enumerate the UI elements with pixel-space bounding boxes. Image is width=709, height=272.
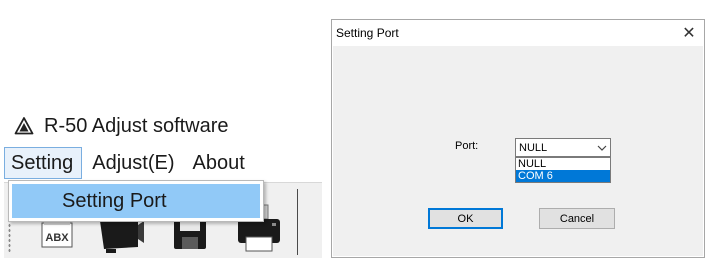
toolbar-separator <box>297 189 298 255</box>
warning-triangle-icon <box>14 117 34 135</box>
port-option-com6[interactable]: COM 6 <box>516 170 610 182</box>
svg-text:ABX: ABX <box>45 232 69 244</box>
chevron-down-icon[interactable] <box>594 139 610 156</box>
save-icon[interactable] <box>172 217 208 251</box>
port-label: Port: <box>455 140 479 152</box>
menu-adjust[interactable]: Adjust(E) <box>86 147 182 179</box>
menu-about[interactable]: About <box>187 147 253 179</box>
abx-icon[interactable]: ABX <box>40 219 74 249</box>
dialog-title: Setting Port <box>336 26 399 40</box>
ok-button[interactable]: OK <box>428 208 503 229</box>
toolbar-grip[interactable] <box>8 223 11 253</box>
port-option-null[interactable]: NULL <box>516 158 610 170</box>
port-options-list: NULL COM 6 <box>515 157 611 183</box>
dialog-titlebar[interactable]: Setting Port ✕ <box>332 20 704 46</box>
menu-bar: Setting Adjust(E) About <box>4 147 272 179</box>
cancel-button[interactable]: Cancel <box>539 208 615 229</box>
port-combobox[interactable]: NULL <box>515 138 611 157</box>
menu-setting[interactable]: Setting <box>4 147 83 179</box>
app-title-text: R-50 Adjust software <box>44 114 229 137</box>
close-icon[interactable]: ✕ <box>674 20 704 46</box>
setting-dropdown-menu: Setting Port <box>8 180 264 222</box>
dialog-body: Port: NULL NULL COM 6 OK Cancel <box>333 46 703 256</box>
setting-port-dialog: Setting Port ✕ Port: NULL NULL COM 6 OK … <box>331 19 705 258</box>
menu-item-setting-port[interactable]: Setting Port <box>12 184 260 218</box>
app-title-bar: R-50 Adjust software <box>14 113 229 139</box>
port-combobox-value: NULL <box>519 141 548 154</box>
